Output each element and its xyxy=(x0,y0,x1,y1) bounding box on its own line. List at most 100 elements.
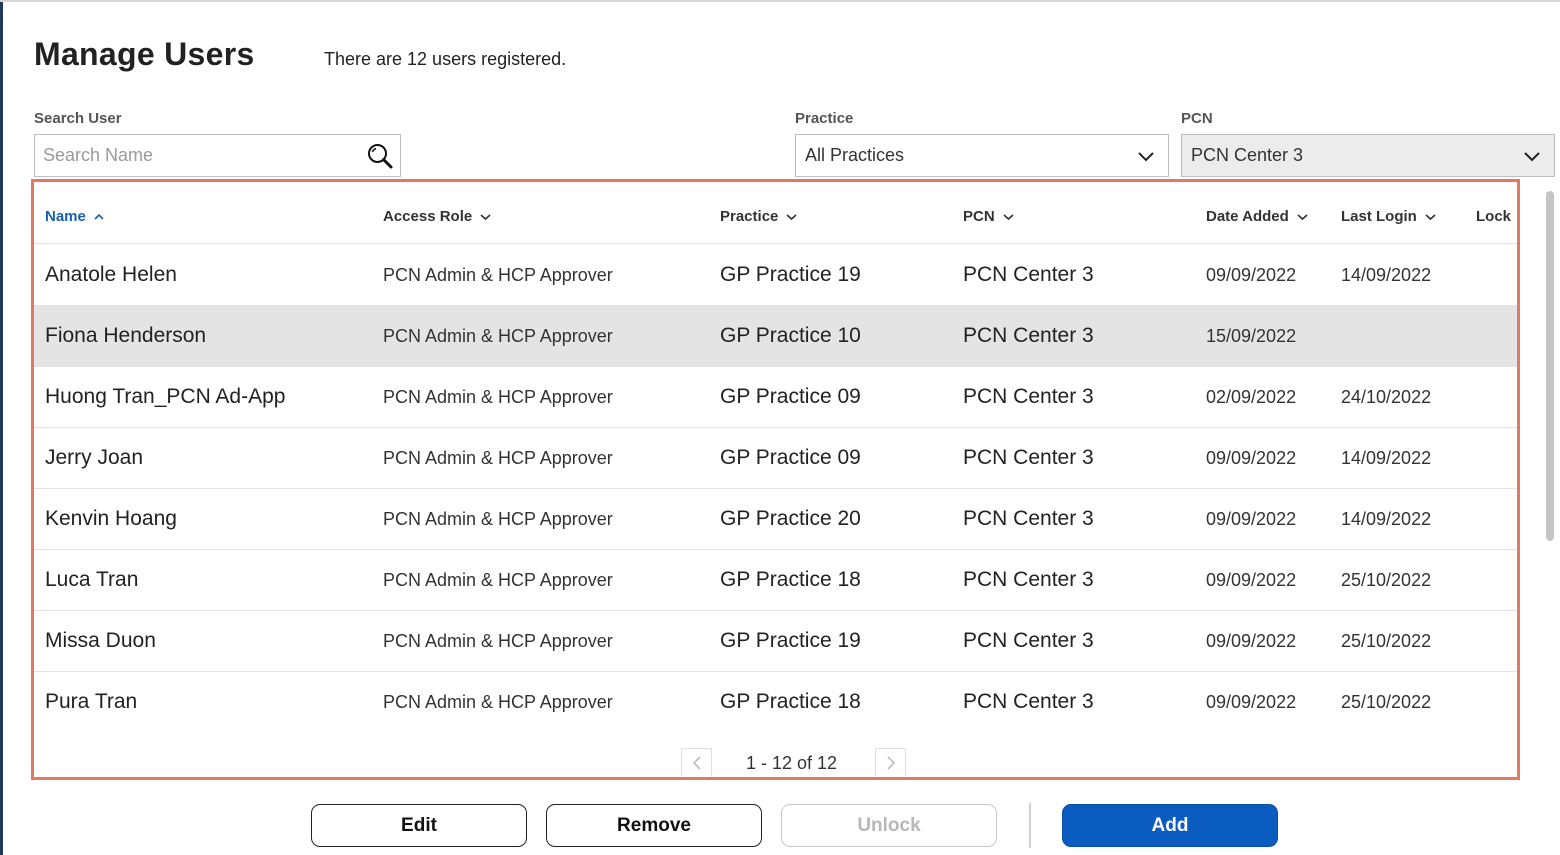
search-user-label: Search User xyxy=(34,110,122,127)
cell-pcn: PCN Center 3 xyxy=(963,385,1094,408)
search-icon[interactable] xyxy=(365,141,395,171)
unlock-button[interactable]: Unlock xyxy=(781,804,997,847)
top-divider xyxy=(0,0,1560,2)
chevron-down-icon xyxy=(1003,213,1014,220)
pcn-select[interactable]: PCN Center 3 xyxy=(1181,134,1555,177)
search-input[interactable] xyxy=(35,135,355,176)
practice-select-value: All Practices xyxy=(805,145,905,165)
cell-date-added: 09/09/2022 xyxy=(1206,631,1297,651)
cell-date-added: 09/09/2022 xyxy=(1206,692,1297,712)
user-count-text: There are 12 users registered. xyxy=(324,49,567,69)
table-row[interactable]: Kenvin Hoang PCN Admin & HCP Approver GP… xyxy=(34,489,1517,550)
next-page-button[interactable] xyxy=(875,748,906,777)
table-row-selected[interactable]: Fiona Henderson PCN Admin & HCP Approver… xyxy=(34,306,1517,367)
button-divider xyxy=(1029,803,1031,848)
cell-practice: GP Practice 10 xyxy=(720,324,861,347)
vertical-scrollbar[interactable] xyxy=(1546,191,1554,541)
cell-last-login: 14/09/2022 xyxy=(1341,448,1432,468)
column-header-practice[interactable]: Practice xyxy=(720,208,797,225)
cell-name: Kenvin Hoang xyxy=(45,507,177,530)
cell-pcn: PCN Center 3 xyxy=(963,690,1094,713)
column-header-label: Practice xyxy=(720,208,779,225)
column-header-last-login[interactable]: Last Login xyxy=(1341,208,1436,225)
pagination-range: 1 - 12 of 12 xyxy=(746,753,838,773)
chevron-left-icon xyxy=(692,756,701,770)
cell-name: Huong Tran_PCN Ad-App xyxy=(45,385,286,408)
cell-access-role: PCN Admin & HCP Approver xyxy=(383,509,613,529)
cell-last-login: 24/10/2022 xyxy=(1341,387,1432,407)
chevron-down-icon xyxy=(786,213,797,220)
table-row[interactable]: Anatole Helen PCN Admin & HCP Approver G… xyxy=(34,245,1517,306)
cell-last-login: 25/10/2022 xyxy=(1341,692,1432,712)
cell-date-added: 09/09/2022 xyxy=(1206,448,1297,468)
cell-practice: GP Practice 20 xyxy=(720,507,861,530)
cell-pcn: PCN Center 3 xyxy=(963,263,1094,286)
users-table: Name Access Role Practice PCN Date Added… xyxy=(31,179,1520,780)
table-row[interactable]: Huong Tran_PCN Ad-App PCN Admin & HCP Ap… xyxy=(34,367,1517,428)
chevron-down-icon xyxy=(1138,152,1154,162)
table-row[interactable]: Pura Tran PCN Admin & HCP Approver GP Pr… xyxy=(34,672,1517,733)
cell-practice: GP Practice 18 xyxy=(720,690,861,713)
cell-name: Pura Tran xyxy=(45,690,138,713)
cell-access-role: PCN Admin & HCP Approver xyxy=(383,387,613,407)
chevron-down-icon xyxy=(480,213,491,220)
pcn-select-value: PCN Center 3 xyxy=(1191,145,1304,165)
cell-practice: GP Practice 19 xyxy=(720,263,861,286)
cell-pcn: PCN Center 3 xyxy=(963,629,1094,652)
table-row[interactable]: Jerry Joan PCN Admin & HCP Approver GP P… xyxy=(34,428,1517,489)
column-header-label: Access Role xyxy=(383,208,473,225)
table-row[interactable]: Missa Duon PCN Admin & HCP Approver GP P… xyxy=(34,611,1517,672)
previous-page-button[interactable] xyxy=(681,748,712,777)
cell-name: Missa Duon xyxy=(45,629,156,652)
cell-pcn: PCN Center 3 xyxy=(963,446,1094,469)
cell-last-login: 25/10/2022 xyxy=(1341,570,1432,590)
page-title: Manage Users xyxy=(34,36,255,72)
pcn-filter-label: PCN xyxy=(1181,110,1213,127)
search-field[interactable] xyxy=(34,134,401,177)
cell-date-added: 09/09/2022 xyxy=(1206,509,1297,529)
cell-name: Luca Tran xyxy=(45,568,139,591)
cell-access-role: PCN Admin & HCP Approver xyxy=(383,631,613,651)
cell-practice: GP Practice 09 xyxy=(720,385,861,408)
column-header-pcn[interactable]: PCN xyxy=(963,208,1014,225)
pagination: 1 - 12 of 12 xyxy=(34,748,1517,777)
cell-last-login: 25/10/2022 xyxy=(1341,631,1432,651)
cell-pcn: PCN Center 3 xyxy=(963,568,1094,591)
column-header-label: PCN xyxy=(963,208,995,225)
column-header-lock[interactable]: Lock xyxy=(1476,208,1511,225)
chevron-right-icon xyxy=(886,756,895,770)
cell-last-login: 14/09/2022 xyxy=(1341,509,1432,529)
column-header-label: Date Added xyxy=(1206,208,1289,225)
cell-pcn: PCN Center 3 xyxy=(963,324,1094,347)
cell-date-added: 09/09/2022 xyxy=(1206,265,1297,285)
practice-select[interactable]: All Practices xyxy=(795,134,1169,177)
chevron-down-icon xyxy=(1297,213,1308,220)
cell-access-role: PCN Admin & HCP Approver xyxy=(383,326,613,346)
cell-name: Jerry Joan xyxy=(45,446,144,469)
chevron-down-icon xyxy=(1425,213,1436,220)
sort-ascending-icon xyxy=(94,213,104,220)
column-header-access-role[interactable]: Access Role xyxy=(383,208,491,225)
cell-name: Anatole Helen xyxy=(45,263,177,286)
cell-access-role: PCN Admin & HCP Approver xyxy=(383,448,613,468)
table-header: Name Access Role Practice PCN Date Added… xyxy=(34,182,1517,244)
edit-button[interactable]: Edit xyxy=(311,804,527,847)
column-header-label: Last Login xyxy=(1341,208,1417,225)
cell-access-role: PCN Admin & HCP Approver xyxy=(383,570,613,590)
cell-access-role: PCN Admin & HCP Approver xyxy=(383,692,613,712)
column-header-date-added[interactable]: Date Added xyxy=(1206,208,1308,225)
cell-date-added: 15/09/2022 xyxy=(1206,326,1297,346)
column-header-name[interactable]: Name xyxy=(45,208,104,225)
cell-date-added: 09/09/2022 xyxy=(1206,570,1297,590)
cell-practice: GP Practice 18 xyxy=(720,568,861,591)
cell-pcn: PCN Center 3 xyxy=(963,507,1094,530)
remove-button[interactable]: Remove xyxy=(546,804,762,847)
cell-access-role: PCN Admin & HCP Approver xyxy=(383,265,613,285)
column-header-label: Name xyxy=(45,208,86,225)
table-row[interactable]: Luca Tran PCN Admin & HCP Approver GP Pr… xyxy=(34,550,1517,611)
chevron-down-icon xyxy=(1524,152,1540,162)
left-edge-rail xyxy=(0,0,3,855)
cell-practice: GP Practice 09 xyxy=(720,446,861,469)
add-button[interactable]: Add xyxy=(1062,804,1278,847)
practice-filter-label: Practice xyxy=(795,110,854,127)
